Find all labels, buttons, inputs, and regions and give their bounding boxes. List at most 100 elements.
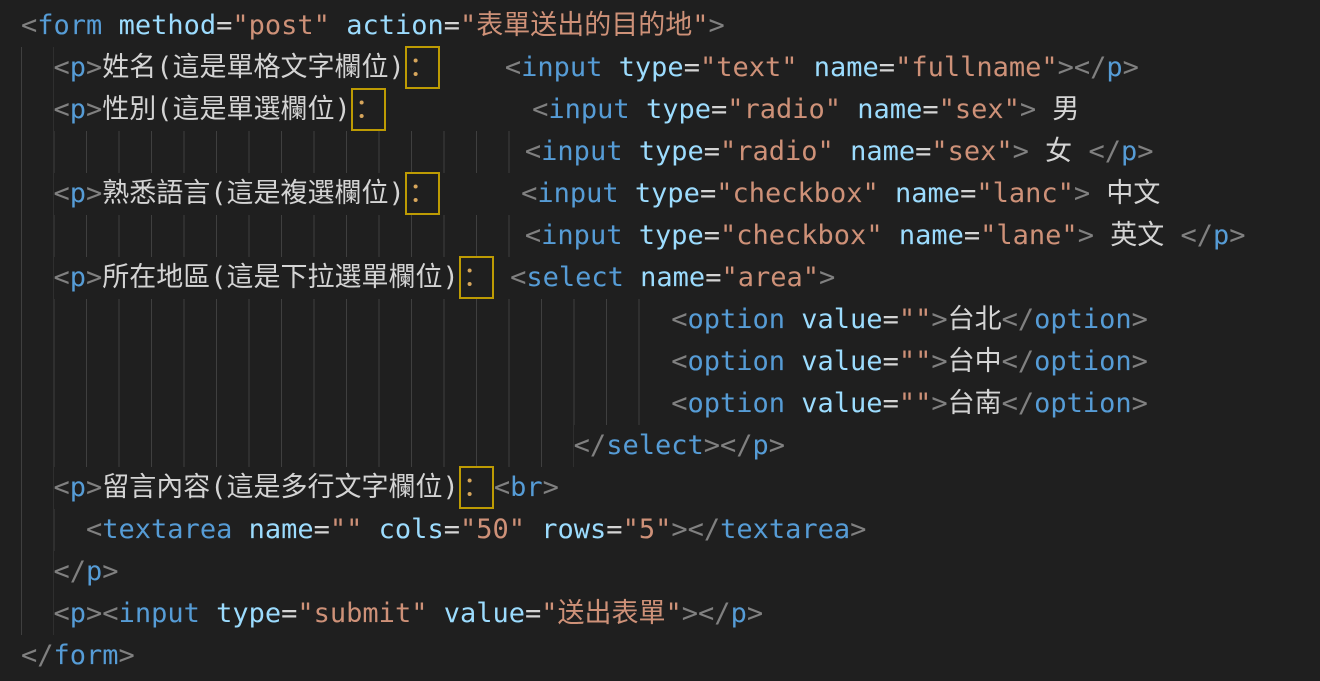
code-token-attribute: name: [895, 178, 960, 209]
code-editor[interactable]: <form method="post" action="表單送出的目的地"><p…: [0, 0, 1320, 681]
code-token-text: [494, 262, 510, 293]
code-line: <option value="">台南</option>: [21, 383, 1320, 425]
code-token-equals: =: [711, 94, 727, 125]
code-line: <p>熟悉語言(這是複選欄位)： <input type="checkbox" …: [21, 173, 1320, 215]
code-token-tag: option: [1034, 388, 1132, 419]
unicode-highlight-colon: ：: [351, 88, 386, 131]
code-token-string: "表單送出的目的地": [460, 10, 709, 41]
code-token-punctuation: <: [54, 472, 70, 503]
code-token-equals: =: [444, 10, 460, 41]
code-line: <input type="radio" name="sex"> 女 </p>: [21, 131, 1320, 173]
code-token-punctuation: </: [1002, 346, 1035, 377]
code-line: </select></p>: [21, 425, 1320, 467]
code-token-text: [879, 178, 895, 209]
code-token-text: 台北: [948, 304, 1002, 335]
code-token-punctuation: >: [86, 472, 102, 503]
code-token-tag: option: [1034, 346, 1132, 377]
code-token-punctuation: >: [769, 430, 785, 461]
indent-guides: [21, 257, 54, 299]
code-token-punctuation: <: [521, 178, 537, 209]
code-token-attribute: value: [801, 388, 882, 419]
code-token-tag: br: [510, 472, 543, 503]
code-line: <textarea name="" cols="50" rows="5"></t…: [21, 509, 1320, 551]
code-token-punctuation: <: [102, 598, 118, 629]
code-token-text: [525, 514, 541, 545]
code-token-tag: p: [70, 178, 86, 209]
code-token-tag: p: [1213, 220, 1229, 251]
code-token-tag: option: [687, 304, 785, 335]
code-token-text: [883, 220, 899, 251]
code-token-tag: p: [70, 94, 86, 125]
code-token-attribute: name: [249, 514, 314, 545]
code-token-text: [834, 136, 850, 167]
code-token-tag: p: [731, 598, 747, 629]
code-token-string: "submit": [297, 598, 427, 629]
code-line: <p>留言內容(這是多行文字欄位)：<br>: [21, 467, 1320, 509]
code-token-punctuation: >: [86, 178, 102, 209]
code-token-text: [427, 598, 443, 629]
code-token-equals: =: [444, 514, 460, 545]
code-token-punctuation: <: [671, 304, 687, 335]
code-token-tag: option: [687, 388, 785, 419]
code-token-punctuation: >: [747, 598, 763, 629]
code-token-attribute: name: [850, 136, 915, 167]
code-token-punctuation: <: [54, 94, 70, 125]
code-token-string: "checkbox": [720, 220, 883, 251]
code-token-tag: input: [119, 598, 200, 629]
code-token-tag: textarea: [102, 514, 232, 545]
code-token-string: "5": [623, 514, 672, 545]
indent-guides: [21, 173, 54, 215]
code-token-equals: =: [964, 220, 980, 251]
code-token-punctuation: <: [86, 514, 102, 545]
code-token-attribute: type: [639, 220, 704, 251]
code-token-punctuation: >: [1132, 304, 1148, 335]
code-token-punctuation: >: [671, 514, 687, 545]
code-token-text: [785, 388, 801, 419]
code-line: <input type="checkbox" name="lane"> 英文 <…: [21, 215, 1320, 257]
code-token-tag: textarea: [720, 514, 850, 545]
indent-guides: [21, 551, 54, 593]
code-token-punctuation: <: [525, 136, 541, 167]
code-token-punctuation: >: [1123, 52, 1139, 83]
indent-guides: [21, 47, 54, 89]
code-line: <p>姓名(這是單格文字欄位)： <input type="text" name…: [21, 47, 1320, 89]
code-token-punctuation: </: [720, 430, 753, 461]
code-token-punctuation: >: [931, 304, 947, 335]
indent-guides: [21, 425, 574, 467]
code-token-punctuation: >: [1058, 52, 1074, 83]
code-token-equals: =: [525, 598, 541, 629]
code-token-punctuation: >: [931, 388, 947, 419]
code-token-text: 女: [1029, 136, 1089, 167]
code-token-text: [622, 136, 638, 167]
code-token-punctuation: >: [86, 94, 102, 125]
code-token-text: 台中: [948, 346, 1002, 377]
code-token-attribute: cols: [379, 514, 444, 545]
code-token-punctuation: >: [850, 514, 866, 545]
code-token-punctuation: <: [671, 346, 687, 377]
code-token-punctuation: >: [86, 52, 102, 83]
code-line: <form method="post" action="表單送出的目的地">: [21, 5, 1320, 47]
indent-guides: [21, 509, 86, 551]
code-token-text: [200, 598, 216, 629]
code-token-tag: p: [70, 52, 86, 83]
code-token-string: "sex": [931, 136, 1012, 167]
code-token-punctuation: <: [54, 52, 70, 83]
code-token-punctuation: </: [21, 640, 54, 671]
code-token-equals: =: [883, 388, 899, 419]
code-token-string: "lanc": [976, 178, 1074, 209]
code-token-text: [362, 514, 378, 545]
code-token-punctuation: </: [54, 556, 87, 587]
code-token-punctuation: </: [1088, 136, 1121, 167]
code-token-tag: input: [541, 136, 622, 167]
code-token-string: "checkbox": [716, 178, 879, 209]
code-token-punctuation: >: [1137, 136, 1153, 167]
code-line: <option value="">台北</option>: [21, 299, 1320, 341]
code-line: </form>: [21, 635, 1320, 677]
code-token-equals: =: [883, 346, 899, 377]
code-token-equals: =: [281, 598, 297, 629]
indent-guides: [21, 131, 525, 173]
code-token-punctuation: <: [525, 220, 541, 251]
code-token-punctuation: </: [1180, 220, 1213, 251]
code-token-tag: p: [86, 556, 102, 587]
code-token-punctuation: >: [86, 598, 102, 629]
